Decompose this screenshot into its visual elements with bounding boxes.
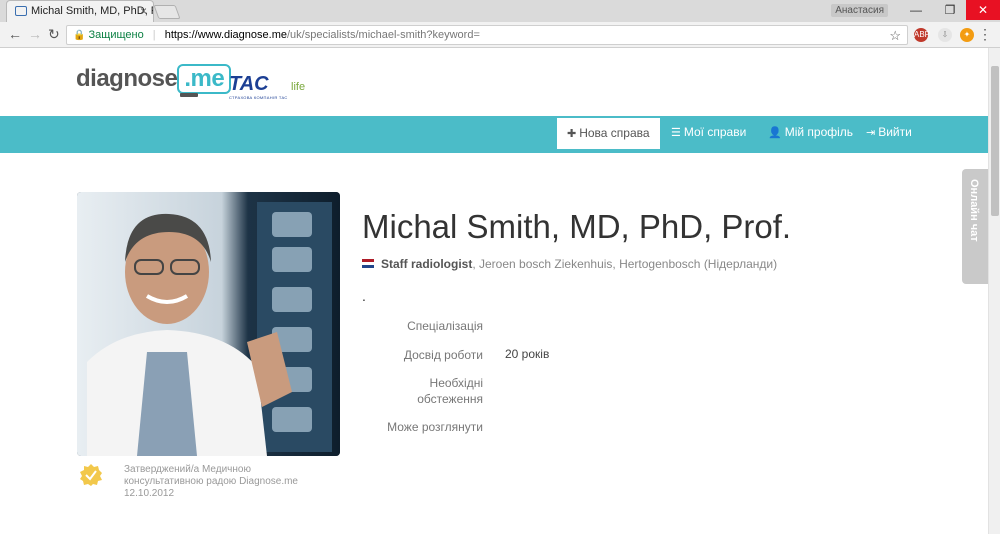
approved-badge-icon bbox=[80, 464, 102, 486]
tas-logo-tagline: СТРАХОВА КОМПАНІЯ ТАС bbox=[229, 95, 288, 100]
extension-icon[interactable]: ✦ bbox=[960, 28, 974, 42]
user-icon: 👤 bbox=[768, 127, 782, 139]
description-dot: . bbox=[362, 288, 366, 304]
doctor-position: Staff radiologist, Jeroen bosch Ziekenhu… bbox=[381, 257, 777, 271]
bookmark-star-icon[interactable]: ☆ bbox=[889, 28, 901, 44]
tab-close-icon[interactable]: × bbox=[140, 4, 147, 18]
position-title: Staff radiologist bbox=[381, 257, 473, 271]
maximize-button[interactable]: ❐ bbox=[933, 0, 967, 20]
browser-tab-strip: Michal Smith, MD, PhD, P × Анастасия — ❐… bbox=[0, 0, 1000, 22]
nav-my-profile-link[interactable]: 👤 Мій профіль bbox=[768, 116, 853, 153]
close-window-button[interactable]: ✕ bbox=[966, 0, 1000, 20]
exams-label: Необхідні обстеження bbox=[417, 376, 483, 406]
specialization-label: Спеціалізація bbox=[407, 319, 483, 333]
doctor-name: Michal Smith, MD, PhD, Prof. bbox=[362, 208, 792, 245]
minimize-button[interactable]: — bbox=[899, 0, 933, 20]
reload-icon[interactable]: ↻ bbox=[48, 26, 60, 43]
address-bar-row: ← → ↻ 🔒 Защищено | https://www.diagnose.… bbox=[0, 22, 1000, 48]
browser-profile-name[interactable]: Анастасия bbox=[831, 4, 888, 17]
logo-text: diagnose bbox=[76, 65, 178, 92]
tab-title: Michal Smith, MD, PhD, P bbox=[31, 5, 154, 17]
online-chat-label: Онлайн чат bbox=[968, 179, 980, 242]
plus-icon: ✚ bbox=[567, 128, 577, 140]
secure-label: Защищено bbox=[88, 29, 144, 41]
nav-new-case-button[interactable]: ✚ Нова справа bbox=[557, 118, 660, 149]
approval-date: 12.10.2012 bbox=[124, 488, 175, 499]
netherlands-flag-icon bbox=[362, 259, 374, 268]
url-separator: | bbox=[152, 29, 156, 41]
forward-arrow-icon[interactable]: → bbox=[28, 26, 42, 42]
browser-tab[interactable]: Michal Smith, MD, PhD, P × bbox=[6, 0, 154, 22]
pocket-extension-icon[interactable]: ⇩ bbox=[938, 28, 952, 42]
nav-logout-label: Вийти bbox=[878, 125, 912, 139]
lock-icon: 🔒 bbox=[73, 30, 86, 41]
logout-icon: ⇥ bbox=[866, 127, 876, 139]
nav-logout-link[interactable]: ⇥ Вийти bbox=[866, 116, 912, 153]
adblock-extension-icon[interactable]: ABP bbox=[914, 28, 931, 42]
url-path: /uk/specialists/michael-smith?keyword= bbox=[287, 29, 480, 41]
online-chat-tab[interactable]: Онлайн чат bbox=[962, 169, 988, 284]
approval-note: Затверджений/а Медичною консультативною … bbox=[124, 464, 324, 500]
main-navbar: ✚ Нова справа ☰ Мої справи 👤 Мій профіль ⇥ В… bbox=[0, 116, 988, 153]
approval-text: Затверджений/а Медичною консультативною … bbox=[124, 464, 298, 487]
adblock-label: ABP bbox=[914, 30, 931, 39]
position-details: , Jeroen bosch Ziekenhuis, Hertogenbosch… bbox=[472, 257, 778, 271]
experience-value: 20 років bbox=[505, 347, 550, 361]
list-icon: ☰ bbox=[671, 127, 681, 139]
favicon-icon bbox=[15, 6, 27, 16]
can-review-label: Може розглянути bbox=[387, 420, 483, 434]
tas-logo[interactable]: TAC bbox=[229, 73, 269, 96]
experience-label: Досвід роботи bbox=[403, 348, 483, 362]
nav-my-cases-link[interactable]: ☰ Мої справи bbox=[671, 116, 746, 153]
tas-logo-sub: life bbox=[291, 81, 306, 93]
back-arrow-icon[interactable]: ← bbox=[8, 26, 22, 42]
page-content: diagnose .me TAC life СТРАХОВА КОМПАНІЯ Т… bbox=[0, 48, 988, 534]
scrollbar-thumb[interactable] bbox=[991, 66, 999, 216]
url-host: https://www.diagnose.me bbox=[164, 29, 287, 41]
nav-new-case-label: Нова справа bbox=[579, 126, 650, 140]
browser-menu-icon[interactable]: ⋮ bbox=[978, 26, 992, 43]
logo-monitor-stand bbox=[180, 93, 198, 97]
page-scrollbar[interactable] bbox=[988, 48, 1000, 534]
nav-my-cases-label: Мої справи bbox=[683, 125, 747, 139]
logo-me: .me bbox=[177, 64, 232, 94]
doctor-photo bbox=[77, 192, 340, 456]
diagnose-me-logo[interactable]: diagnose .me bbox=[76, 64, 232, 94]
url-input[interactable]: 🔒 Защищено | https://www.diagnose.me/uk/… bbox=[66, 25, 908, 45]
nav-my-profile-label: Мій профіль bbox=[784, 125, 854, 139]
new-tab-button[interactable] bbox=[153, 5, 181, 19]
